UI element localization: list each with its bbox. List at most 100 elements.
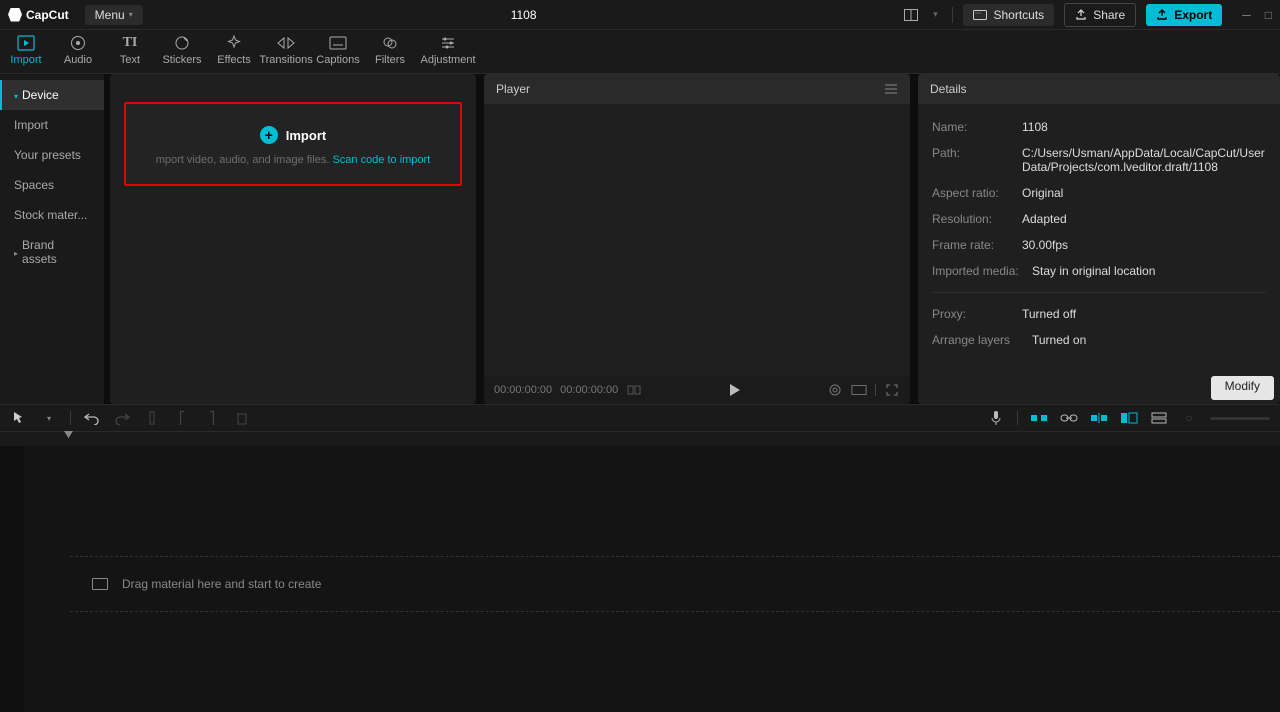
layout-icon[interactable]	[904, 8, 918, 22]
time-current: 00:00:00:00	[494, 384, 552, 396]
divider	[932, 292, 1266, 293]
tab-effects[interactable]: Effects	[208, 34, 260, 66]
play-button[interactable]	[727, 382, 743, 398]
tab-label: Text	[120, 54, 140, 66]
details-header: Details	[918, 74, 1280, 104]
timeline-ruler[interactable]	[0, 432, 1280, 446]
effects-icon	[225, 34, 243, 52]
share-button[interactable]: Share	[1064, 3, 1136, 27]
detail-row-framerate: Frame rate:30.00fps	[932, 232, 1266, 258]
import-title-row: + Import	[136, 126, 450, 144]
player-panel: Player 00:00:00:00 00:00:00:00	[484, 74, 910, 404]
app-logo: CapCut	[8, 8, 69, 22]
shortcuts-button[interactable]: Shortcuts	[963, 4, 1054, 26]
zoom-out-icon[interactable]: ○	[1180, 409, 1198, 427]
titlebar: CapCut Menu 1108 ▾ Shortcuts Share Expor…	[0, 0, 1280, 30]
tab-transitions[interactable]: Transitions	[260, 34, 312, 66]
tab-filters[interactable]: Filters	[364, 34, 416, 66]
player-title: Player	[496, 82, 530, 96]
snapshot-icon[interactable]	[827, 382, 843, 398]
filters-icon	[381, 34, 399, 52]
scan-code-link[interactable]: Scan code to import	[332, 154, 430, 166]
tab-label: Adjustment	[420, 54, 475, 66]
export-button[interactable]: Export	[1146, 4, 1222, 26]
detail-row-name: Name:1108	[932, 114, 1266, 140]
magnet-icon[interactable]	[1030, 409, 1048, 427]
tab-stickers[interactable]: Stickers	[156, 34, 208, 66]
mic-icon[interactable]	[987, 409, 1005, 427]
sidebar: Device Import Your presets Spaces Stock …	[0, 74, 104, 404]
divider	[70, 411, 71, 425]
detail-row-aspect: Aspect ratio:Original	[932, 180, 1266, 206]
undo-icon[interactable]	[83, 409, 101, 427]
zoom-slider[interactable]	[1210, 417, 1270, 420]
snap-icon[interactable]	[1090, 409, 1108, 427]
tab-label: Effects	[217, 54, 250, 66]
sidebar-item-spaces[interactable]: Spaces	[0, 170, 104, 200]
adjustment-icon	[439, 34, 457, 52]
track-margin	[0, 446, 24, 712]
chevron-down-icon[interactable]: ▾	[40, 409, 58, 427]
fullscreen-icon[interactable]	[884, 382, 900, 398]
link-icon[interactable]	[1060, 409, 1078, 427]
tab-text[interactable]: TI Text	[104, 34, 156, 66]
detail-row-imported: Imported media:Stay in original location	[932, 258, 1266, 284]
track-view-icon[interactable]	[1150, 409, 1168, 427]
transitions-icon	[277, 34, 295, 52]
tab-adjustment[interactable]: Adjustment	[416, 34, 480, 66]
player-viewport[interactable]	[484, 104, 910, 376]
modify-button[interactable]: Modify	[1211, 376, 1274, 400]
sidebar-item-brand[interactable]: Brand assets	[0, 230, 104, 274]
player-footer: 00:00:00:00 00:00:00:00	[484, 376, 910, 404]
hamburger-icon[interactable]	[884, 82, 898, 96]
media-icon	[92, 578, 108, 590]
import-title: Import	[286, 128, 326, 143]
track-drop-hint: Drag material here and start to create	[70, 556, 1280, 612]
split-icon[interactable]	[143, 409, 161, 427]
stickers-icon	[173, 34, 191, 52]
window-controls: ─ □	[1242, 8, 1272, 22]
maximize-icon[interactable]: □	[1265, 8, 1272, 22]
timeline-tracks[interactable]: Drag material here and start to create	[0, 446, 1280, 712]
details-panel: Details Name:1108 Path:C:/Users/Usman/Ap…	[918, 74, 1280, 404]
sidebar-item-presets[interactable]: Your presets	[0, 140, 104, 170]
captions-icon	[329, 34, 347, 52]
tab-captions[interactable]: Captions	[312, 34, 364, 66]
tab-audio[interactable]: Audio	[52, 34, 104, 66]
share-label: Share	[1093, 8, 1125, 22]
sidebar-item-import[interactable]: Import	[0, 110, 104, 140]
minimize-icon[interactable]: ─	[1242, 8, 1251, 22]
pointer-tool-icon[interactable]	[10, 409, 28, 427]
trim-left-icon[interactable]: ⎡	[173, 409, 191, 427]
sidebar-item-stock[interactable]: Stock mater...	[0, 200, 104, 230]
trim-right-icon[interactable]: ⎤	[203, 409, 221, 427]
preview-icon[interactable]	[1120, 409, 1138, 427]
divider	[1017, 411, 1018, 425]
import-icon	[17, 34, 35, 52]
ratio-icon[interactable]	[851, 382, 867, 398]
chevron-down-icon[interactable]: ▾	[928, 8, 942, 22]
redo-icon[interactable]	[113, 409, 131, 427]
details-footer: Modify	[918, 376, 1280, 404]
tab-label: Captions	[316, 54, 359, 66]
compare-icon[interactable]	[626, 382, 642, 398]
tab-label: Transitions	[259, 54, 312, 66]
tab-label: Import	[10, 54, 41, 66]
tab-import[interactable]: Import	[0, 34, 52, 66]
playhead[interactable]	[68, 432, 69, 438]
menu-button[interactable]: Menu	[85, 5, 143, 25]
import-dropzone[interactable]: + Import mport video, audio, and image f…	[124, 102, 462, 186]
main-area: Device Import Your presets Spaces Stock …	[0, 74, 1280, 404]
plus-icon: +	[260, 126, 278, 144]
time-total: 00:00:00:00	[560, 384, 618, 396]
app-name: CapCut	[26, 8, 69, 22]
delete-icon[interactable]	[233, 409, 251, 427]
timeline[interactable]: Drag material here and start to create	[0, 432, 1280, 712]
details-body: Name:1108 Path:C:/Users/Usman/AppData/Lo…	[918, 104, 1280, 376]
tab-label: Filters	[375, 54, 405, 66]
detail-row-arrange: Arrange layersTurned on	[932, 327, 1266, 353]
sidebar-item-device[interactable]: Device	[0, 80, 104, 110]
tab-label: Stickers	[162, 54, 201, 66]
tab-label: Audio	[64, 54, 92, 66]
detail-row-path: Path:C:/Users/Usman/AppData/Local/CapCut…	[932, 140, 1266, 180]
